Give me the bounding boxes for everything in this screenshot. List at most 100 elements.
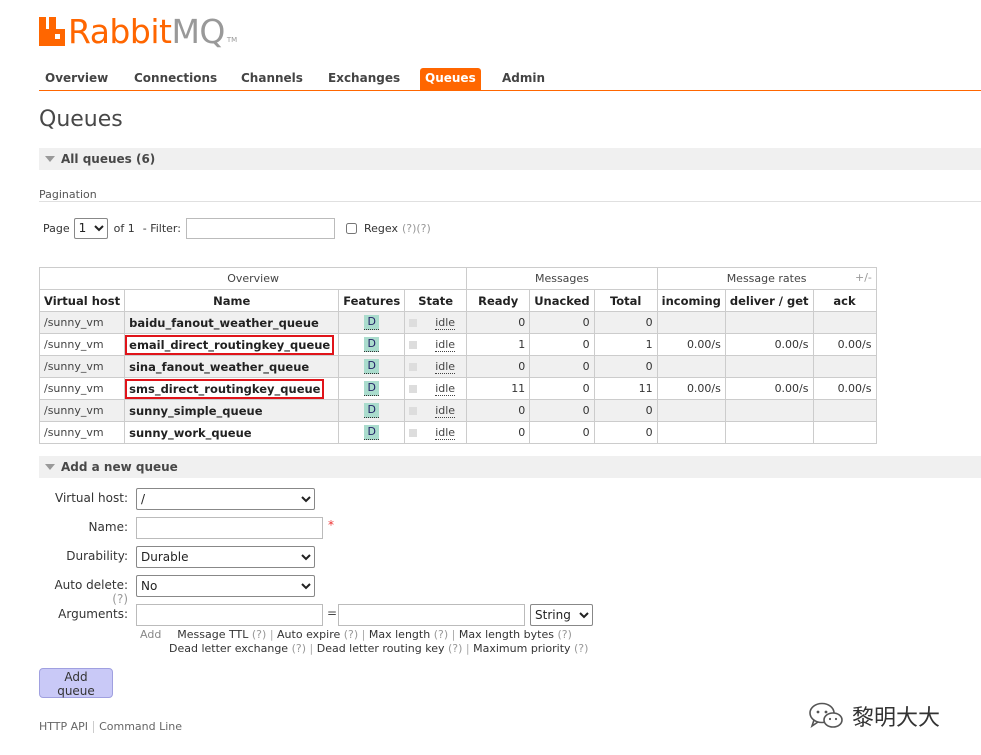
- queue-name-link[interactable]: baidu_fanout_weather_queue: [124, 311, 340, 334]
- shortcut-dead-letter-routing-key[interactable]: Dead letter routing key: [317, 642, 445, 655]
- queue-name-link[interactable]: sms_direct_routingkey_queue: [125, 378, 325, 399]
- tab-queues[interactable]: Queues: [420, 68, 481, 90]
- state-label: idle: [435, 426, 456, 440]
- command-line-link[interactable]: Command Line: [99, 720, 182, 733]
- cell-unacked: 0: [529, 421, 595, 444]
- col-unacked[interactable]: Unacked: [529, 289, 595, 312]
- queue-name-link[interactable]: sunny_simple_queue: [124, 399, 340, 422]
- add-queue-title: Add a new queue: [61, 460, 178, 474]
- durability-select[interactable]: Durable: [136, 546, 315, 568]
- col-virtual-host[interactable]: Virtual host: [38, 289, 126, 312]
- queue-name-cell: email_direct_routingkey_queue: [124, 333, 340, 356]
- shortcut-max-length[interactable]: Max length: [369, 628, 430, 641]
- state-indicator-icon: [409, 341, 418, 349]
- cell-ack: 0.00/s: [812, 333, 877, 356]
- required-mark: *: [328, 518, 334, 532]
- column-toggle-link[interactable]: +/-: [855, 271, 872, 284]
- shortcut-maximum-priority[interactable]: Maximum priority: [473, 642, 570, 655]
- all-queues-toggle[interactable]: All queues (6): [39, 148, 981, 170]
- state-label: idle: [435, 360, 456, 374]
- queue-name-link[interactable]: sina_fanout_weather_queue: [124, 355, 340, 378]
- cell-vhost: /sunny_vm: [38, 399, 126, 422]
- cell-features: D: [338, 421, 406, 444]
- help-link[interactable]: (?): [344, 628, 358, 641]
- col-incoming[interactable]: incoming: [656, 289, 726, 312]
- durable-badge: D: [364, 315, 379, 330]
- vhost-select[interactable]: /: [136, 488, 315, 510]
- shortcuts-line-2: Dead letter exchange (?) | Dead letter r…: [169, 642, 589, 655]
- shortcut-dead-letter-exchange[interactable]: Dead letter exchange: [169, 642, 288, 655]
- main-nav: Overview Connections Channels Exchanges …: [39, 67, 981, 91]
- col-name[interactable]: Name: [124, 289, 340, 312]
- rabbitmq-logo-icon: [39, 17, 65, 46]
- argument-key-input[interactable]: [136, 604, 323, 626]
- tab-exchanges[interactable]: Exchanges: [328, 70, 400, 86]
- col-features[interactable]: Features: [338, 289, 406, 312]
- cell-total: 0: [593, 421, 658, 444]
- rabbitmq-logo: RabbitMQ TM: [39, 12, 237, 50]
- cell-vhost: /sunny_vm: [38, 355, 126, 378]
- queue-name-link[interactable]: sunny_work_queue: [124, 421, 340, 444]
- argument-type-select[interactable]: String: [530, 604, 593, 626]
- group-header-messages: Messages: [466, 267, 658, 290]
- help-link[interactable]: (?): [292, 642, 306, 655]
- shortcut-max-length-bytes[interactable]: Max length bytes: [459, 628, 554, 641]
- tab-connections[interactable]: Connections: [134, 70, 217, 86]
- tab-admin[interactable]: Admin: [502, 70, 545, 86]
- cell-incoming: [656, 421, 726, 444]
- help-link[interactable]: (?): [557, 628, 571, 641]
- watermark: 黎明大大: [808, 700, 940, 732]
- cell-state: idle: [404, 355, 468, 378]
- add-queue-toggle[interactable]: Add a new queue: [39, 456, 981, 478]
- shortcut-auto-expire[interactable]: Auto expire: [277, 628, 340, 641]
- argument-value-input[interactable]: [338, 604, 525, 626]
- http-api-link[interactable]: HTTP API: [39, 720, 88, 733]
- tab-channels[interactable]: Channels: [241, 70, 303, 86]
- help-link[interactable]: (?): [252, 628, 266, 641]
- auto-delete-select[interactable]: No: [136, 575, 315, 597]
- queue-name-link[interactable]: email_direct_routingkey_queue: [125, 334, 335, 355]
- cell-total: 1: [593, 333, 658, 356]
- tab-overview[interactable]: Overview: [45, 70, 108, 86]
- help-link[interactable]: (?): [448, 642, 462, 655]
- auto-delete-help-link[interactable]: (?): [112, 592, 128, 606]
- cell-state: idle: [404, 377, 468, 400]
- cell-state: idle: [404, 333, 468, 356]
- add-label: Add: [140, 628, 162, 641]
- group-header-overview: Overview: [38, 267, 468, 290]
- collapse-triangle-icon: [45, 156, 55, 162]
- pagination-divider: [39, 201, 981, 202]
- pagination-label: Pagination: [39, 188, 97, 201]
- cell-ack: 0.00/s: [812, 377, 877, 400]
- regex-help-link[interactable]: (?)(?): [402, 222, 431, 235]
- shortcut-message-ttl[interactable]: Message TTL: [177, 628, 248, 641]
- help-link[interactable]: (?): [434, 628, 448, 641]
- cell-unacked: 0: [529, 355, 595, 378]
- page-select[interactable]: 1: [73, 217, 108, 239]
- cell-ready: 0: [466, 421, 531, 444]
- equals-sign: =: [327, 606, 338, 620]
- col-ack[interactable]: ack: [812, 289, 877, 312]
- col-state[interactable]: State: [404, 289, 468, 312]
- footer-divider: [93, 721, 95, 733]
- col-ready[interactable]: Ready: [466, 289, 531, 312]
- table-row: /sunny_vm sunny_simple_queue D idle 0 0 …: [38, 399, 877, 422]
- help-link[interactable]: (?): [574, 642, 588, 655]
- col-deliver-get[interactable]: deliver / get: [724, 289, 814, 312]
- regex-checkbox[interactable]: [345, 222, 357, 234]
- cell-deliver-get: [724, 311, 814, 334]
- cell-ready: 1: [466, 333, 531, 356]
- cell-incoming: [656, 355, 726, 378]
- durability-label: Durability:: [66, 549, 128, 563]
- queue-name-input[interactable]: [136, 517, 323, 539]
- cell-deliver-get: [724, 399, 814, 422]
- filter-label: - Filter:: [142, 221, 181, 235]
- col-total[interactable]: Total: [593, 289, 658, 312]
- filter-input[interactable]: [185, 217, 335, 239]
- durable-badge: D: [364, 425, 379, 440]
- cell-state: idle: [404, 421, 468, 444]
- durable-badge: D: [364, 403, 379, 418]
- add-queue-button[interactable]: Add queue: [39, 668, 113, 698]
- cell-incoming: [656, 399, 726, 422]
- state-indicator-icon: [409, 407, 418, 415]
